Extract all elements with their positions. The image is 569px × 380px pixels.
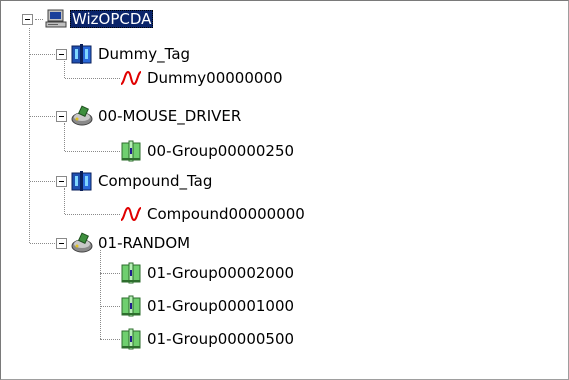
tree-node-label: 01-Group00002000 (147, 264, 295, 282)
tree-connector (64, 188, 65, 214)
tree-node-label: 00-Group00000250 (147, 142, 295, 160)
book-icon (71, 170, 93, 192)
tree-node-label: 00-MOUSE_DRIVER (98, 107, 242, 125)
tree-node-label: 01-RANDOM (98, 234, 191, 252)
collapse-toggle-dummy-tag[interactable] (56, 49, 67, 60)
collapse-toggle-mouse-driver[interactable] (56, 111, 67, 122)
tree-node-root[interactable]: WizOPCDA (45, 8, 154, 30)
tree-node-label: Compound00000000 (147, 205, 305, 223)
tree-connector (30, 243, 57, 244)
driver-icon (71, 232, 93, 254)
tree-node-random[interactable]: 01-RANDOM (71, 232, 192, 254)
tree-connector (30, 181, 57, 182)
tree-connector (65, 214, 120, 215)
group-folder-icon (120, 262, 142, 284)
tree-connector (65, 78, 120, 79)
tree-node-label: 01-Group00000500 (147, 330, 295, 348)
tree-node-label: WizOPCDA (70, 10, 154, 28)
tree-node-dummy00000000[interactable]: Dummy00000000 (120, 67, 285, 89)
group-folder-icon (120, 295, 142, 317)
tree-node-label: Dummy_Tag (98, 45, 191, 63)
tree-node-label: Compound_Tag (98, 172, 213, 190)
tree-connector (30, 116, 57, 117)
tree-node-label: 01-Group00001000 (147, 297, 295, 315)
collapse-toggle-random[interactable] (56, 238, 67, 249)
tree-connector (64, 61, 65, 78)
tree-connector (30, 54, 57, 55)
book-icon (71, 43, 93, 65)
tree-node-compound00000000[interactable]: Compound00000000 (120, 203, 307, 225)
tree-node-group-00000250[interactable]: 00-Group00000250 (120, 140, 296, 162)
tree-connector (65, 151, 120, 152)
group-folder-icon (120, 328, 142, 350)
tree-connector (100, 339, 120, 340)
tree-connector (35, 19, 43, 20)
tree-connector (100, 250, 101, 339)
collapse-toggle-compound-tag[interactable] (56, 176, 67, 187)
tree-connector (29, 28, 30, 243)
tree-node-compound-tag[interactable]: Compound_Tag (71, 170, 214, 192)
tree-connector (100, 306, 120, 307)
tree-node-group-00002000[interactable]: 01-Group00002000 (120, 262, 296, 284)
tree-connector (100, 273, 120, 274)
computer-icon (45, 8, 67, 30)
tree-node-dummy-tag[interactable]: Dummy_Tag (71, 43, 192, 65)
driver-icon (71, 105, 93, 127)
group-folder-icon (120, 140, 142, 162)
tree-connector (64, 123, 65, 151)
signal-wave-icon (120, 67, 142, 89)
tree-node-group-00000500[interactable]: 01-Group00000500 (120, 328, 296, 350)
collapse-toggle-root[interactable] (22, 14, 33, 25)
tree-node-label: Dummy00000000 (147, 69, 283, 87)
tree-node-mouse-driver[interactable]: 00-MOUSE_DRIVER (71, 105, 243, 127)
tree-node-group-00001000[interactable]: 01-Group00001000 (120, 295, 296, 317)
signal-wave-icon (120, 203, 142, 225)
tree-view-panel: WizOPCDA Dummy_Tag Dummy00000000 00-MOUS… (0, 0, 569, 380)
